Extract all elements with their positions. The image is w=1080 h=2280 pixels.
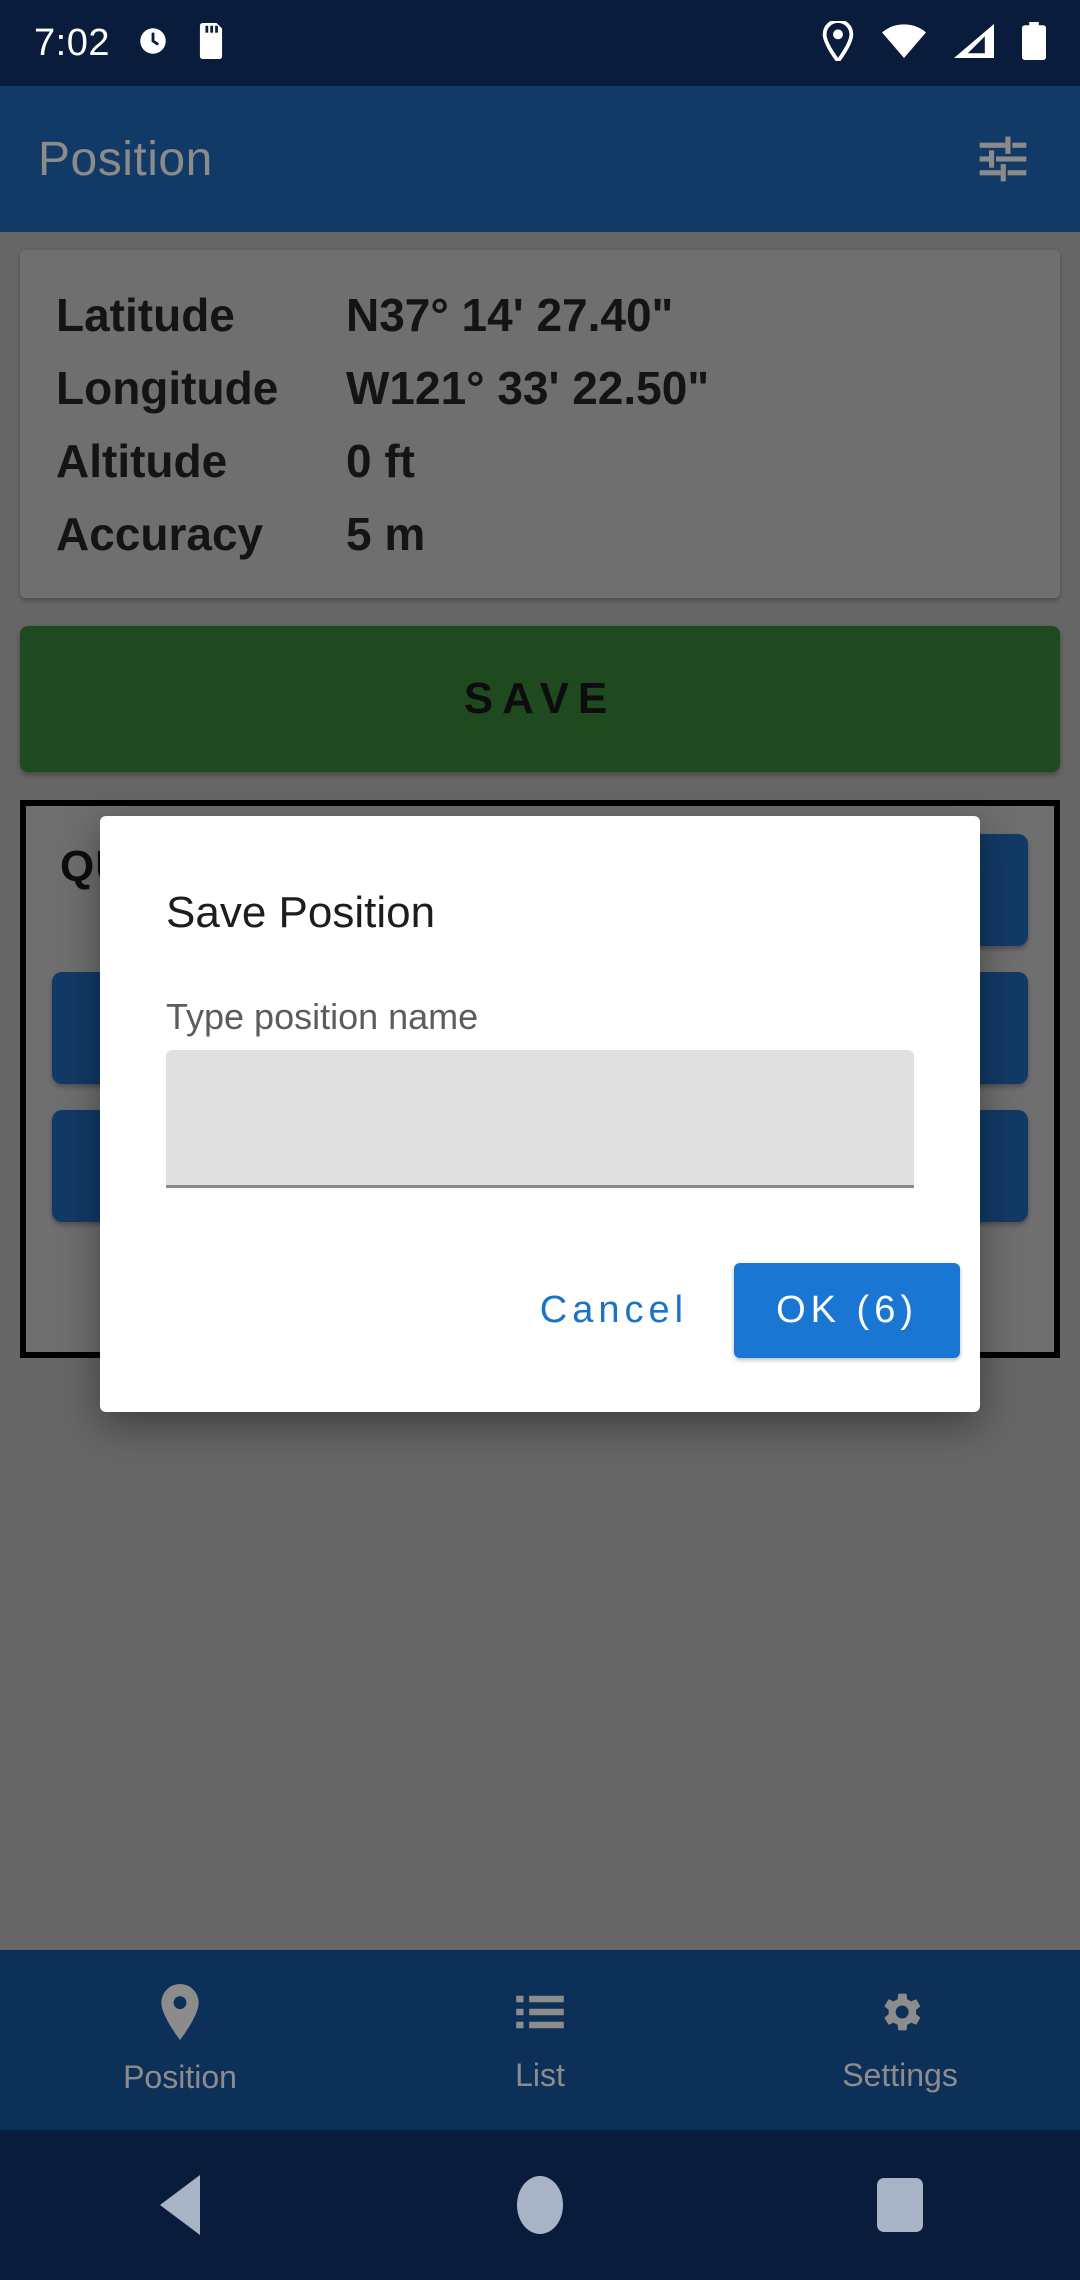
nav-label: Position [123, 2059, 237, 2095]
info-value: N37° 14' 27.40" [346, 289, 674, 341]
ok-button[interactable]: OK (6) [734, 1263, 960, 1358]
info-value: 5 m [346, 508, 426, 560]
cancel-button[interactable]: Cancel [514, 1271, 714, 1350]
status-bar-left: 7:02 [34, 22, 226, 65]
nav-item-list[interactable]: List [360, 1986, 720, 2094]
wifi-icon [882, 23, 926, 63]
location-pin-icon [155, 1984, 205, 2045]
info-value: 0 ft [346, 435, 415, 487]
info-label: Longitude [56, 362, 279, 414]
alarm-icon [136, 24, 170, 63]
status-clock: 7:02 [34, 21, 110, 64]
list-icon [514, 1986, 566, 2043]
sd-card-icon [196, 22, 226, 64]
save-position-dialog: Save Position Type position name Cancel … [100, 816, 980, 1412]
nav-label: List [515, 2057, 565, 2093]
page-title: Position [38, 132, 213, 186]
info-value: W121° 33' 22.50" [346, 362, 710, 414]
recents-square-icon[interactable] [720, 2178, 1080, 2232]
dialog-actions: Cancel OK (6) [100, 1263, 980, 1412]
battery-icon [1022, 21, 1046, 65]
tune-icon[interactable] [964, 120, 1042, 198]
cellular-signal-icon [954, 23, 994, 63]
status-bar: 7:02 [0, 0, 1080, 86]
info-row-latitude: Latitude N37° 14' 27.40" [20, 288, 1060, 361]
info-label: Latitude [56, 289, 235, 341]
position-name-field-wrap [166, 1050, 914, 1188]
status-bar-right [822, 18, 1046, 66]
app-bar: Position [0, 86, 1080, 232]
info-label: Accuracy [56, 508, 264, 560]
info-row-altitude: Altitude 0 ft [20, 434, 1060, 507]
back-triangle-icon[interactable] [0, 2175, 360, 2235]
position-info-card: Latitude N37° 14' 27.40" Longitude W121°… [20, 250, 1060, 598]
nav-item-settings[interactable]: Settings [720, 1986, 1080, 2094]
save-button[interactable]: SAVE [20, 626, 1060, 772]
android-navigation-bar [0, 2130, 1080, 2280]
location-icon [822, 18, 854, 66]
position-name-input[interactable] [166, 1050, 914, 1188]
info-label: Altitude [56, 435, 228, 487]
bottom-navigation: Position List Settings [0, 1950, 1080, 2130]
nav-label: Settings [842, 2057, 958, 2093]
dialog-title: Save Position [166, 888, 436, 937]
position-name-label: Type position name [166, 996, 479, 1037]
info-row-accuracy: Accuracy 5 m [20, 507, 1060, 580]
home-circle-icon[interactable] [360, 2176, 720, 2234]
screen-root: 7:02 Position Latitude N37° 14' 27.40" L… [0, 0, 1080, 2280]
info-row-longitude: Longitude W121° 33' 22.50" [20, 361, 1060, 434]
gear-icon [874, 1986, 926, 2043]
nav-item-position[interactable]: Position [0, 1984, 360, 2096]
